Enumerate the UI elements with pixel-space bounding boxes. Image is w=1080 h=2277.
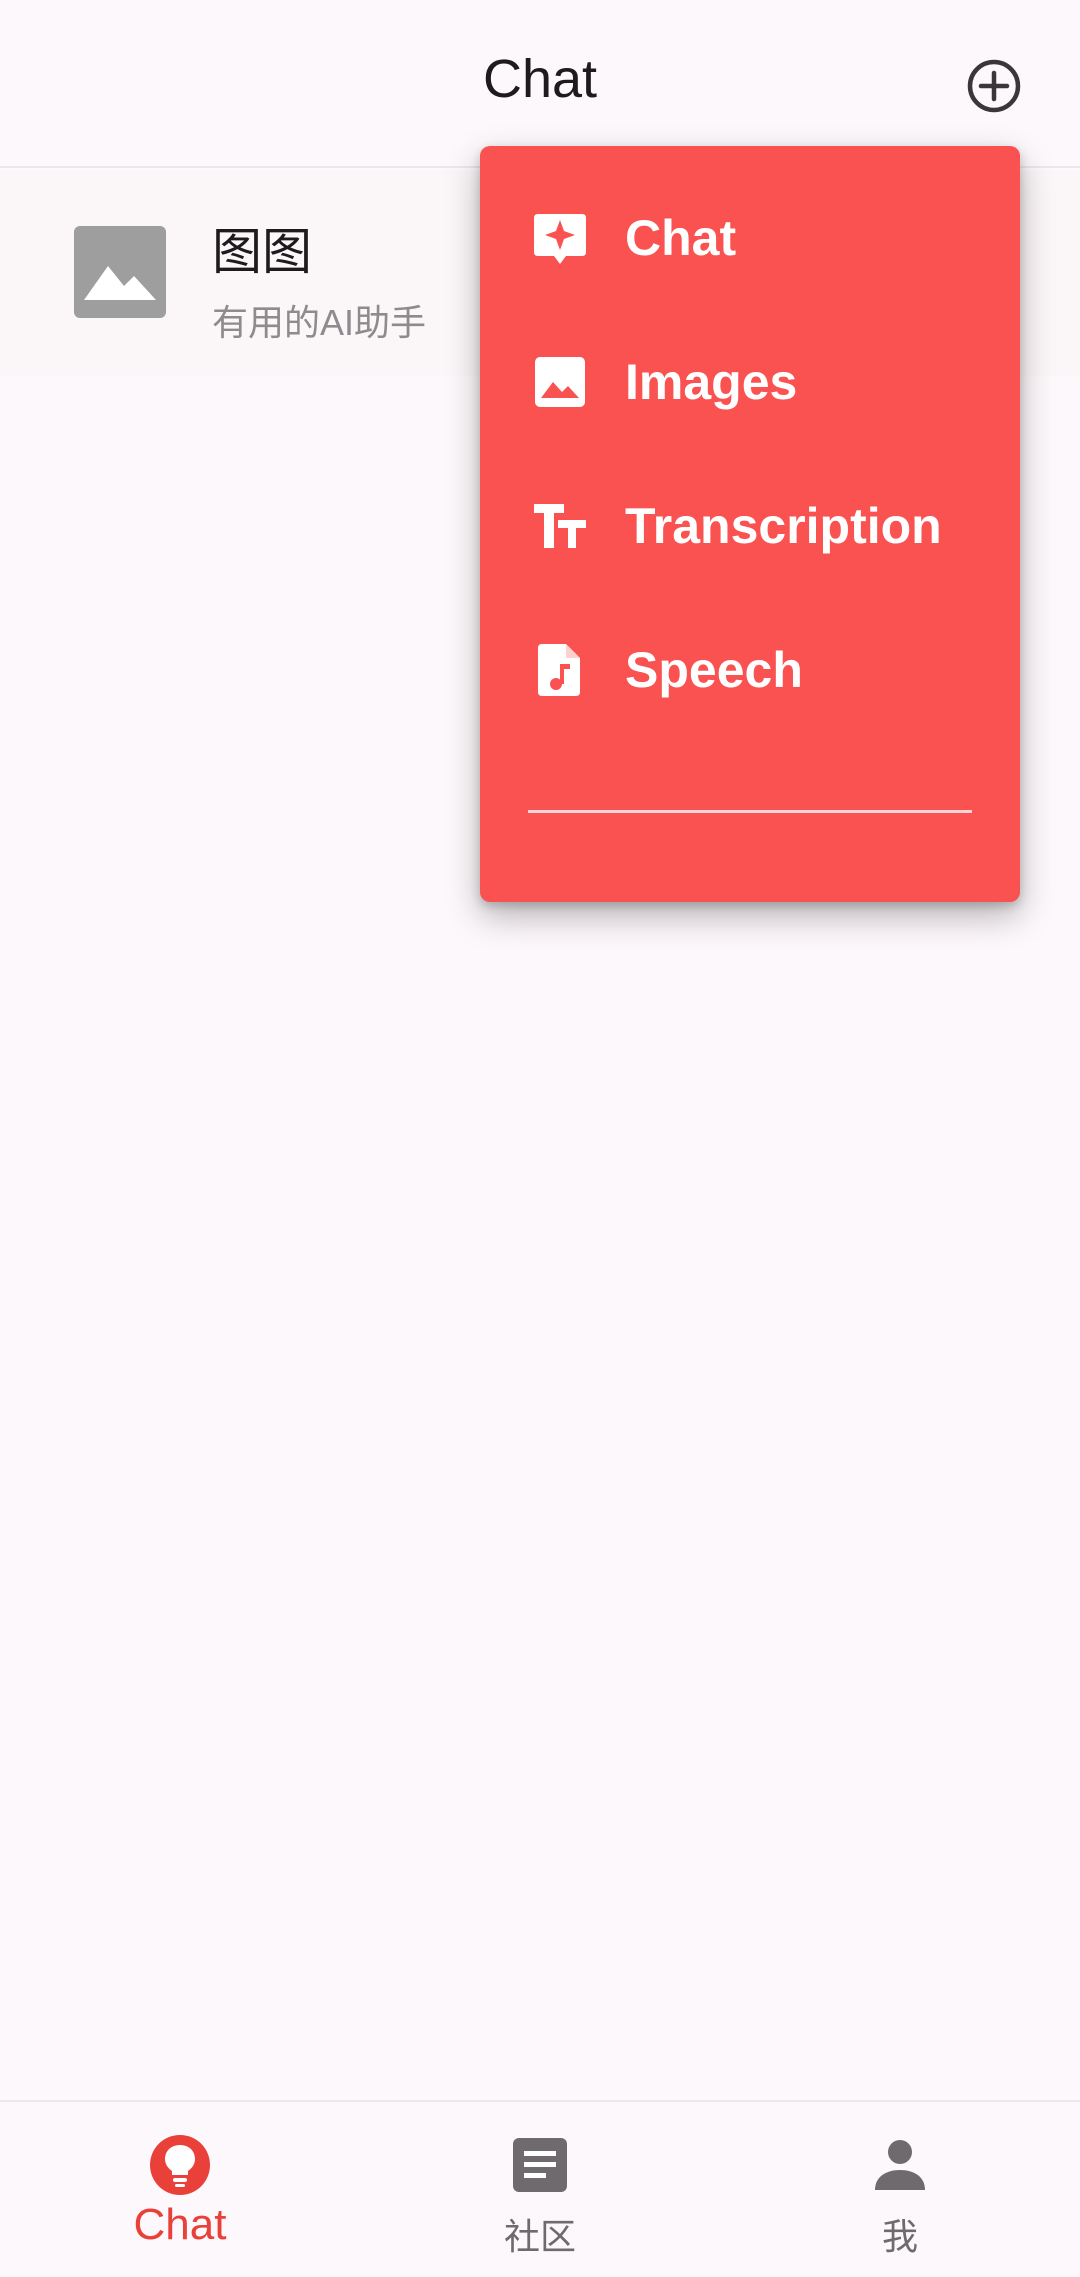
nav-label: Chat xyxy=(133,2200,227,2249)
menu-item-label: Images xyxy=(625,354,798,410)
top-app-bar: Chat xyxy=(0,0,1080,168)
image-placeholder-icon xyxy=(74,226,166,318)
nav-label: 社区 xyxy=(503,2216,576,2257)
person-icon xyxy=(865,2130,935,2200)
menu-divider xyxy=(528,810,972,813)
menu-item-chat[interactable]: Chat xyxy=(480,166,1020,310)
nav-item-chat[interactable]: Chat xyxy=(0,2102,360,2277)
menu-item-images[interactable]: Images xyxy=(480,310,1020,454)
article-icon xyxy=(505,2130,575,2200)
new-chat-menu: Chat Images Transcription Speech xyxy=(480,146,1020,902)
bottom-navigation: Chat 社区 我 xyxy=(0,2100,1080,2277)
nav-item-community[interactable]: 社区 xyxy=(360,2102,720,2277)
image-icon xyxy=(532,354,588,410)
sparkle-chat-icon xyxy=(532,210,588,266)
nav-label: 我 xyxy=(881,2216,918,2257)
add-circle-icon xyxy=(967,59,1021,113)
add-chat-button[interactable] xyxy=(962,54,1026,118)
menu-item-speech[interactable]: Speech xyxy=(480,598,1020,742)
nav-item-me[interactable]: 我 xyxy=(720,2102,1080,2277)
conversation-subtitle: 有用的AI助手 xyxy=(212,302,427,343)
lightbulb-icon xyxy=(145,2130,215,2200)
menu-item-label: Speech xyxy=(625,642,803,698)
app-screen: Chat 图图 有用的AI助手 Chat Images Transcriptio… xyxy=(0,0,1080,2277)
audio-file-icon xyxy=(532,642,588,698)
menu-item-label: Chat xyxy=(625,210,737,266)
menu-item-transcription[interactable]: Transcription xyxy=(480,454,1020,598)
page-title: Chat xyxy=(482,49,598,109)
text-size-icon xyxy=(532,498,588,554)
menu-item-label: Transcription xyxy=(625,498,942,554)
conversation-title: 图图 xyxy=(212,224,312,280)
